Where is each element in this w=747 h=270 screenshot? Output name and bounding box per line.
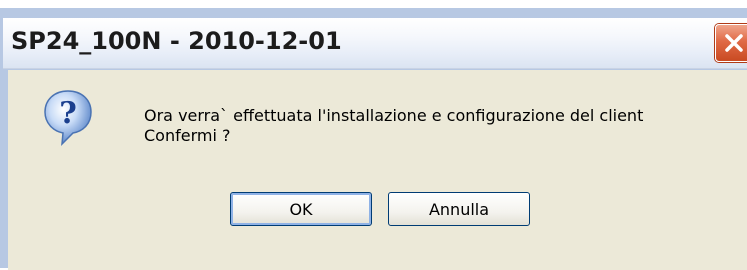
dialog-window: SP24_100N - 2010-12-01 ? Ora verra` effe… (0, 8, 747, 270)
cancel-button[interactable]: Annulla (388, 192, 530, 226)
message-text: Ora verra` effettuata l'installazione e … (144, 106, 643, 146)
message-line-1: Ora verra` effettuata l'installazione e … (144, 106, 644, 125)
dialog-body: ? Ora verra` effettuata l'installazione … (8, 70, 747, 270)
ok-button[interactable]: OK (230, 192, 372, 226)
svg-text:?: ? (59, 96, 77, 131)
message-line-2: Confermi ? (144, 126, 231, 145)
title-bar[interactable]: SP24_100N - 2010-12-01 (3, 18, 747, 69)
close-icon (725, 34, 743, 52)
dialog-title: SP24_100N - 2010-12-01 (11, 27, 342, 55)
question-icon: ? (44, 90, 92, 146)
close-button[interactable] (715, 24, 747, 62)
